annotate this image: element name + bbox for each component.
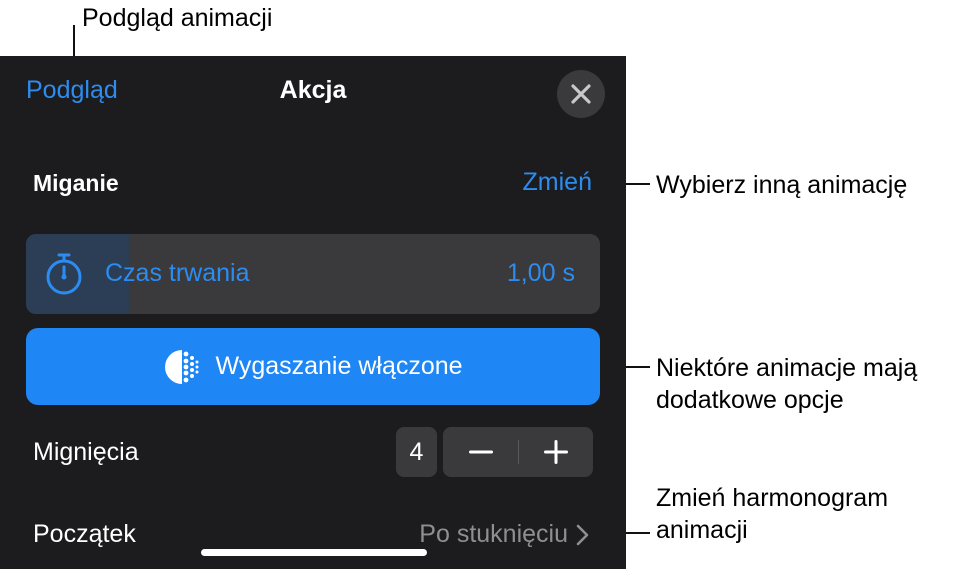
change-animation-button[interactable]: Zmień [523,168,592,197]
start-label: Początek [33,520,136,548]
decrement-button[interactable] [443,427,518,477]
timer-icon [46,253,82,295]
minus-icon [468,450,493,454]
animation-panel: Podgląd Akcja Miganie Zmień Czas trwania… [0,56,626,569]
blinks-count[interactable]: 4 [396,427,437,477]
animation-name: Miganie [33,170,119,196]
increment-button[interactable] [518,427,593,477]
callout-extra-options-1: Niektóre animacje mają [656,354,918,382]
callout-extra-options-2: dodatkowe opcje [656,386,844,414]
start-value[interactable]: Po stuknięciu [419,520,568,549]
fade-toggle-label: Wygaszanie włączone [215,352,463,380]
fade-icon [165,349,199,384]
duration-value: 1,00 s [506,259,575,287]
callout-schedule-2: animacji [656,516,748,544]
callout-change-animation: Wybierz inną animację [656,171,908,199]
fade-toggle-button[interactable]: Wygaszanie włączone [26,328,600,405]
panel-title: Akcja [279,76,347,104]
close-button[interactable] [557,70,605,118]
home-indicator [201,549,427,556]
duration-slider[interactable]: Czas trwania 1,00 s [26,234,600,314]
callout-schedule-1: Zmień harmonogram [656,484,889,512]
close-icon [571,84,591,104]
blinks-label: Mignięcia [33,438,139,466]
duration-label: Czas trwania [105,259,250,287]
plus-icon [543,440,568,464]
callout-preview: Podgląd animacji [82,4,273,32]
blinks-stepper [443,427,593,477]
chevron-right-icon[interactable] [576,524,590,546]
